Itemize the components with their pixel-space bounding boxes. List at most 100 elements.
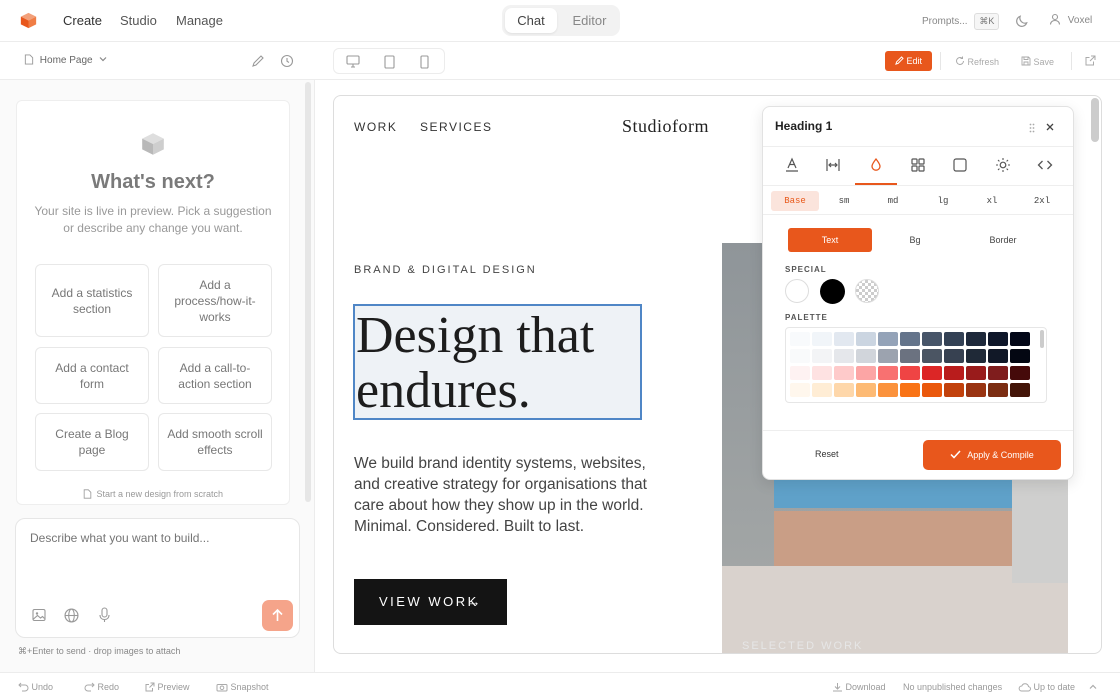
history-icon[interactable] [280,54,294,68]
effects-sun-icon[interactable] [995,157,1011,173]
palette-swatch[interactable] [812,332,832,346]
palette-swatch[interactable] [988,366,1008,380]
palette-swatch[interactable] [922,349,942,363]
suggestion-blog[interactable]: Create a Blog page [35,413,149,471]
palette-swatch[interactable] [790,383,810,397]
palette-swatch[interactable] [834,349,854,363]
download-button[interactable]: Download [832,682,886,692]
palette-swatch[interactable] [988,383,1008,397]
external-link-icon[interactable] [1085,55,1096,66]
chevron-up-icon[interactable] [1089,683,1097,691]
snapshot-button[interactable]: Snapshot [216,682,269,692]
apply-compile-button[interactable]: Apply & Compile [923,440,1061,470]
save-button[interactable]: Save [1021,56,1054,67]
typography-icon[interactable] [784,157,800,173]
palette-swatch[interactable] [1010,332,1030,346]
image-icon[interactable] [32,608,46,622]
palette-swatch[interactable] [922,383,942,397]
palette-swatch[interactable] [834,366,854,380]
suggestion-contact[interactable]: Add a contact form [35,347,149,404]
send-button[interactable] [262,600,293,631]
palette-swatch[interactable] [878,349,898,363]
swatch-black[interactable] [820,279,845,304]
palette-swatch[interactable] [900,366,920,380]
breakpoint-base[interactable]: Base [771,191,819,211]
palette-swatch[interactable] [1010,366,1030,380]
preview-button[interactable]: Preview [145,682,190,692]
palette-swatch[interactable] [856,332,876,346]
palette-swatch[interactable] [878,366,898,380]
tab-editor[interactable]: Editor [562,8,617,33]
palette-swatch[interactable] [812,366,832,380]
palette-swatch[interactable] [966,332,986,346]
palette-swatch[interactable] [944,383,964,397]
nav-manage[interactable]: Manage [176,13,223,28]
palette-swatch[interactable] [812,349,832,363]
palette-swatch[interactable] [944,349,964,363]
user-menu[interactable]: Voxel [1049,13,1092,26]
palette-swatch[interactable] [966,366,986,380]
palette-swatch[interactable] [922,332,942,346]
palette-swatch[interactable] [944,366,964,380]
palette-swatch[interactable] [834,332,854,346]
palette-swatch[interactable] [790,332,810,346]
palette-swatch[interactable] [790,366,810,380]
suggestion-cta[interactable]: Add a call-to-action section [158,347,272,404]
swatch-white[interactable] [785,279,809,303]
palette-swatch[interactable] [790,349,810,363]
nav-studio[interactable]: Studio [120,13,157,28]
code-icon[interactable] [1037,157,1053,173]
palette-scrollbar[interactable] [1040,330,1044,348]
moon-icon[interactable] [1015,13,1030,28]
breakpoint-lg[interactable]: lg [920,191,966,211]
palette-swatch[interactable] [988,332,1008,346]
reset-button[interactable]: Reset [815,449,839,459]
palette-swatch[interactable] [856,383,876,397]
selected-heading-outline[interactable]: Design that endures. [353,304,642,420]
prompts-button[interactable]: Prompts... ⌘K [922,13,1000,30]
new-design-link[interactable]: Start a new design from scratch [17,489,289,499]
redo-button[interactable]: Redo [84,682,119,692]
close-icon[interactable] [1045,122,1055,132]
breakpoint-2xl[interactable]: 2xl [1019,191,1065,211]
border-box-icon[interactable] [952,157,968,173]
palette-swatch[interactable] [856,349,876,363]
tablet-icon[interactable] [384,55,395,69]
drag-handle-icon[interactable] [1029,123,1035,133]
palette-swatch[interactable] [922,366,942,380]
palette-swatch[interactable] [834,383,854,397]
refresh-button[interactable]: Refresh [955,56,999,67]
palette-swatch[interactable] [966,383,986,397]
suggestion-statistics[interactable]: Add a statistics section [35,264,149,337]
site-nav-services[interactable]: SERVICES [420,120,492,134]
target-bg[interactable]: Bg [885,228,945,252]
spacing-icon[interactable] [825,157,841,173]
breakpoint-md[interactable]: md [870,191,916,211]
breakpoint-xl[interactable]: xl [969,191,1015,211]
palette-swatch[interactable] [900,332,920,346]
suggestion-smooth-scroll[interactable]: Add smooth scroll effects [158,413,272,471]
prompt-input[interactable] [30,531,286,581]
preview-scrollbar[interactable] [1091,98,1099,142]
scrollbar[interactable] [305,82,311,502]
target-border[interactable]: Border [973,228,1033,252]
view-work-button[interactable]: VIEW WORK → [354,579,507,625]
pencil-icon[interactable] [251,54,265,68]
edit-button[interactable]: Edit [885,51,932,71]
suggestion-process[interactable]: Add a process/how-it-works [158,264,272,337]
desktop-icon[interactable] [346,55,360,68]
tab-chat[interactable]: Chat [505,8,557,33]
palette-swatch[interactable] [944,332,964,346]
target-text[interactable]: Text [788,228,872,252]
palette-swatch[interactable] [856,366,876,380]
page-selector[interactable]: Home Page [24,54,107,66]
globe-icon[interactable] [64,608,79,623]
grid-layout-icon[interactable] [910,157,926,173]
color-drop-icon[interactable] [868,157,884,173]
microphone-icon[interactable] [98,607,111,623]
palette-swatch[interactable] [878,383,898,397]
palette-swatch[interactable] [878,332,898,346]
palette-swatch[interactable] [900,349,920,363]
palette-swatch[interactable] [988,349,1008,363]
mobile-icon[interactable] [420,55,429,69]
